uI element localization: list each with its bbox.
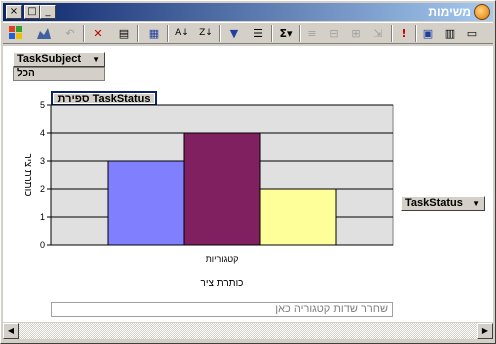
office-logo-icon[interactable] [7, 25, 25, 42]
scroll-right-button[interactable]: ▶ [477, 323, 493, 339]
x-tick-label: קטגוריות [206, 254, 239, 264]
y-tick-label: 1 [40, 212, 45, 222]
export-icon[interactable]: ▭ [463, 25, 481, 42]
y-tick-label: 3 [40, 156, 45, 166]
y-tick-label: 5 [40, 100, 45, 110]
sort-descending-icon[interactable]: Z↓ [197, 25, 215, 42]
undo-icon[interactable]: ↶ [61, 25, 79, 42]
toolbar-separator [137, 25, 139, 42]
app-window: × □ _ משימות ↶ ✕ ▤ ▦ A↓ Z↓ ▼ ☰ Σ▾ ≡ ⊟ ⊞ … [0, 0, 496, 344]
bar[interactable] [259, 188, 337, 246]
y-tick-label: 0 [40, 240, 45, 250]
series-field-label: TaskStatus [405, 197, 463, 209]
series-field-button[interactable]: TaskStatus ▼ [401, 196, 485, 211]
expand-icon[interactable]: ⊞ [347, 25, 365, 42]
show-top-icon[interactable]: ☰ [249, 25, 267, 42]
autofilter-icon[interactable]: ▼ [225, 25, 243, 42]
close-button[interactable]: × [6, 5, 22, 19]
y-axis-title: כותרת ציר [22, 154, 33, 197]
properties-icon[interactable]: ▤ [115, 25, 133, 42]
toolbar-separator [415, 25, 417, 42]
minimize-button[interactable]: _ [40, 5, 56, 19]
dropdown-arrow-icon: ▼ [472, 199, 480, 208]
toolbar-separator [299, 25, 301, 42]
toolbar-separator [271, 25, 273, 42]
scroll-left-button[interactable]: ◀ [3, 323, 19, 339]
legend-icon[interactable]: ▥ [441, 25, 459, 42]
window-title: משימות [428, 5, 471, 19]
x-axis-title: כותרת ציר [201, 278, 244, 289]
bar[interactable] [107, 160, 185, 246]
y-tick-label: 4 [40, 128, 45, 138]
category-drop-zone[interactable]: שחרר שדות קטגוריה כאן [51, 302, 393, 317]
by-row-column-icon[interactable]: ! [395, 25, 413, 42]
subtotal-icon[interactable]: ≡ [303, 25, 321, 42]
y-tick-label: 2 [40, 184, 45, 194]
toolbar-separator [167, 25, 169, 42]
title-bar: × □ _ משימות [3, 3, 493, 21]
delete-icon[interactable]: ✕ [89, 25, 107, 42]
autocalc-icon[interactable]: Σ▾ [277, 25, 295, 42]
collapse-icon[interactable]: ⊟ [325, 25, 343, 42]
drill-icon[interactable]: ⇲ [369, 25, 387, 42]
scroll-track[interactable] [19, 323, 477, 339]
toolbar: ↶ ✕ ▤ ▦ A↓ Z↓ ▼ ☰ Σ▾ ≡ ⊟ ⊞ ⇲ ! ▣ ▥ ▭ [3, 22, 493, 44]
horizontal-scrollbar[interactable]: ◀ ▶ [3, 323, 493, 339]
bar[interactable] [183, 132, 261, 246]
bubble-icon[interactable]: ▣ [419, 25, 437, 42]
field-list-icon[interactable]: ▦ [145, 25, 163, 42]
app-icon [474, 4, 490, 20]
sort-ascending-icon[interactable]: A↓ [173, 25, 191, 42]
toolbar-separator [391, 25, 393, 42]
pivot-chart-area: TaskSubject ▼ הכל ספירת TaskStatus 01234… [3, 46, 493, 322]
bar-chart[interactable]: 0 1 2 3 4 5 כותרת ציר קטגוריות כותרת ציר [3, 46, 493, 322]
maximize-button[interactable]: □ [24, 5, 40, 19]
chart-type-icon[interactable] [35, 25, 53, 42]
toolbar-separator [83, 25, 85, 42]
toolbar-separator [219, 25, 221, 42]
